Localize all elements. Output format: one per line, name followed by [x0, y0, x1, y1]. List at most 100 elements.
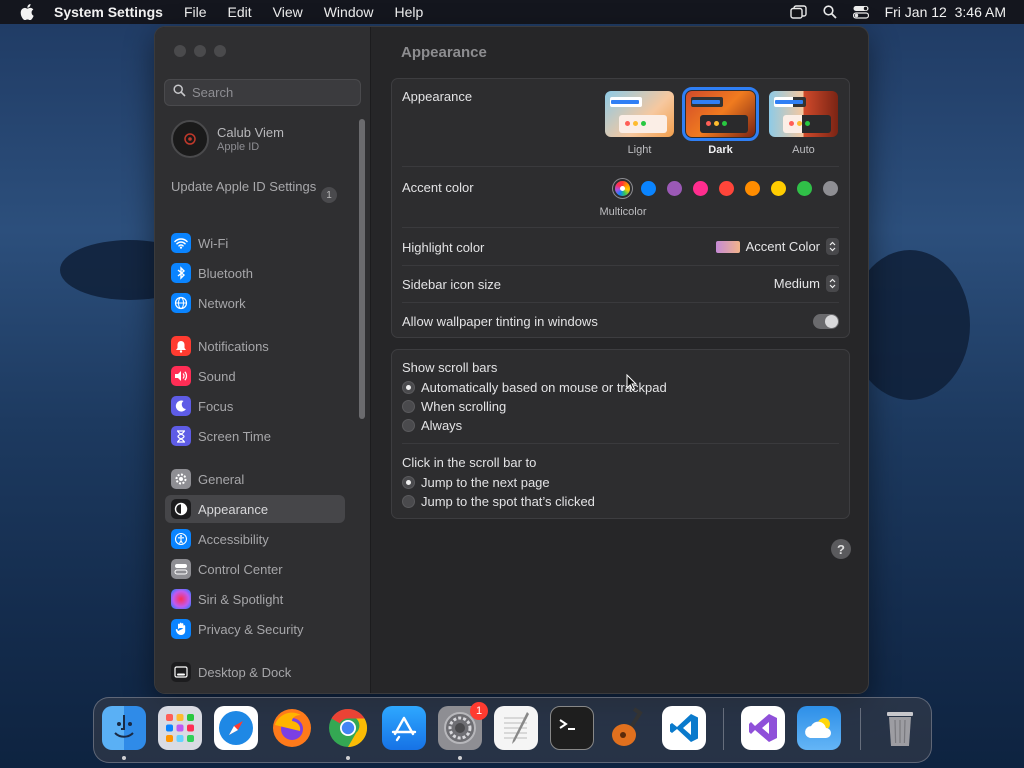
- accent-swatch-yellow[interactable]: [771, 181, 786, 196]
- accent-swatch-blue[interactable]: [641, 181, 656, 196]
- menu-app-name[interactable]: System Settings: [54, 4, 163, 20]
- sidebar-item-privacy-security[interactable]: Privacy & Security: [165, 615, 345, 643]
- page-title: Appearance: [401, 44, 487, 61]
- spotlight-search-icon[interactable]: [822, 5, 837, 19]
- divider: [402, 166, 839, 167]
- search-box[interactable]: [164, 79, 361, 106]
- wallpaper-tinting-toggle[interactable]: [813, 314, 839, 329]
- apple-menu-icon[interactable]: [16, 1, 38, 23]
- sidebar-item-label: Accessibility: [198, 531, 269, 547]
- window-controls: [174, 45, 226, 57]
- weather-icon[interactable]: [797, 706, 841, 750]
- sidebar-item-control-center[interactable]: Control Center: [165, 555, 345, 583]
- control-center-menu-icon[interactable]: [852, 5, 869, 19]
- moon-icon: [171, 396, 191, 416]
- highlight-color-popup[interactable]: Accent Color: [715, 238, 839, 255]
- appearance-auto-thumbnail[interactable]: [769, 91, 838, 137]
- radio-button[interactable]: [402, 419, 415, 432]
- accent-swatch-red[interactable]: [719, 181, 734, 196]
- dock-divider: [723, 708, 724, 750]
- sidebar-item-sound[interactable]: Sound: [165, 362, 345, 390]
- accent-swatch-purple[interactable]: [667, 181, 682, 196]
- visual-studio-icon[interactable]: [741, 706, 785, 750]
- click-scroll-bar-label: Click in the scroll bar to: [402, 455, 537, 470]
- help-button[interactable]: ?: [831, 539, 851, 559]
- radio-jump-next-page[interactable]: Jump to the next page: [402, 475, 550, 490]
- sidebar-item-screen-time[interactable]: Screen Time: [165, 422, 345, 450]
- menu-clock[interactable]: Fri Jan 12 3:46 AM: [885, 4, 1006, 20]
- radio-button[interactable]: [402, 495, 415, 508]
- appearance-auto-label: Auto: [792, 144, 815, 156]
- firefox-icon[interactable]: [270, 706, 314, 750]
- sidebar-item-label: Sound: [198, 368, 236, 384]
- radio-button[interactable]: [402, 381, 415, 394]
- hourglass-icon: [171, 426, 191, 446]
- accent-swatch-green[interactable]: [797, 181, 812, 196]
- safari-icon[interactable]: [214, 706, 258, 750]
- sidebar-item-wifi[interactable]: Wi-Fi: [165, 229, 345, 257]
- accent-swatch-graphite[interactable]: [823, 181, 838, 196]
- sidebar-icon-size-popup[interactable]: Medium: [774, 275, 839, 292]
- sidebar-item-siri-spotlight[interactable]: Siri & Spotlight: [165, 585, 345, 613]
- accent-swatch-pink[interactable]: [693, 181, 708, 196]
- speaker-icon: [171, 366, 191, 386]
- sidebar-item-general[interactable]: General: [165, 465, 345, 493]
- search-input[interactable]: [192, 85, 352, 100]
- sidebar-scrollbar[interactable]: [359, 119, 365, 419]
- minimize-window-button[interactable]: [194, 45, 206, 57]
- appearance-dark-thumbnail[interactable]: [682, 87, 759, 141]
- system-settings-window: Calub Viem Apple ID Update Apple ID Sett…: [154, 26, 869, 694]
- textedit-icon[interactable]: [494, 706, 538, 750]
- zoom-window-button[interactable]: [214, 45, 226, 57]
- appearance-icon: [171, 499, 191, 519]
- finder-icon[interactable]: [102, 706, 146, 750]
- avatar: [171, 120, 209, 158]
- close-window-button[interactable]: [174, 45, 186, 57]
- sidebar-item-bluetooth[interactable]: Bluetooth: [165, 259, 345, 287]
- garageband-icon[interactable]: [606, 706, 650, 750]
- sidebar-item-appearance[interactable]: Appearance: [165, 495, 345, 523]
- dock-icon: [171, 662, 191, 682]
- radio-button[interactable]: [402, 476, 415, 489]
- sidebar-item-label: Screen Time: [198, 428, 271, 444]
- divider: [402, 443, 839, 444]
- sidebar-item-notifications[interactable]: Notifications: [165, 332, 345, 360]
- menu-edit[interactable]: Edit: [228, 4, 252, 20]
- appearance-light-label: Light: [627, 144, 652, 156]
- menu-file[interactable]: File: [184, 4, 207, 20]
- radio-scroll-always[interactable]: Always: [402, 418, 462, 433]
- apple-id-account[interactable]: Calub Viem Apple ID: [171, 120, 284, 158]
- wallpaper-tinting-label: Allow wallpaper tinting in windows: [402, 314, 598, 329]
- menu-window[interactable]: Window: [324, 4, 374, 20]
- sidebar-item-network[interactable]: Network: [165, 289, 345, 317]
- stage-manager-icon[interactable]: [789, 5, 807, 19]
- radio-button[interactable]: [402, 400, 415, 413]
- sidebar-item-label: Appearance: [198, 501, 269, 517]
- sidebar-icon-size-value: Medium: [773, 276, 820, 291]
- accent-swatch-orange[interactable]: [745, 181, 760, 196]
- menu-help[interactable]: Help: [395, 4, 424, 20]
- accent-swatch-multicolor[interactable]: [615, 181, 630, 196]
- sidebar-item-label: Wi-Fi: [198, 235, 229, 251]
- update-apple-id-settings[interactable]: Update Apple ID Settings: [171, 179, 341, 195]
- radio-scroll-when-scrolling[interactable]: When scrolling: [402, 399, 506, 414]
- highlight-color-swatch: [715, 240, 740, 253]
- sidebar-item-desktop-dock[interactable]: Desktop & Dock: [165, 658, 345, 686]
- divider: [402, 302, 839, 303]
- sidebar-item-accessibility[interactable]: Accessibility: [165, 525, 345, 553]
- chrome-icon[interactable]: [326, 706, 370, 750]
- launchpad-icon[interactable]: [158, 706, 202, 750]
- hand-icon: [171, 619, 191, 639]
- app-store-icon[interactable]: [382, 706, 426, 750]
- radio-jump-spot-clicked[interactable]: Jump to the spot that’s clicked: [402, 494, 595, 509]
- sidebar-item-focus[interactable]: Focus: [165, 392, 345, 420]
- vscode-icon[interactable]: [662, 706, 706, 750]
- trash-icon[interactable]: [878, 706, 922, 750]
- terminal-icon[interactable]: [550, 706, 594, 750]
- menu-view[interactable]: View: [273, 4, 303, 20]
- control-center-icon: [171, 559, 191, 579]
- appearance-light-thumbnail[interactable]: [605, 91, 674, 137]
- search-icon: [173, 83, 186, 102]
- sidebar-item-label: Privacy & Security: [198, 621, 304, 637]
- sidebar-item-label: Siri & Spotlight: [198, 591, 284, 607]
